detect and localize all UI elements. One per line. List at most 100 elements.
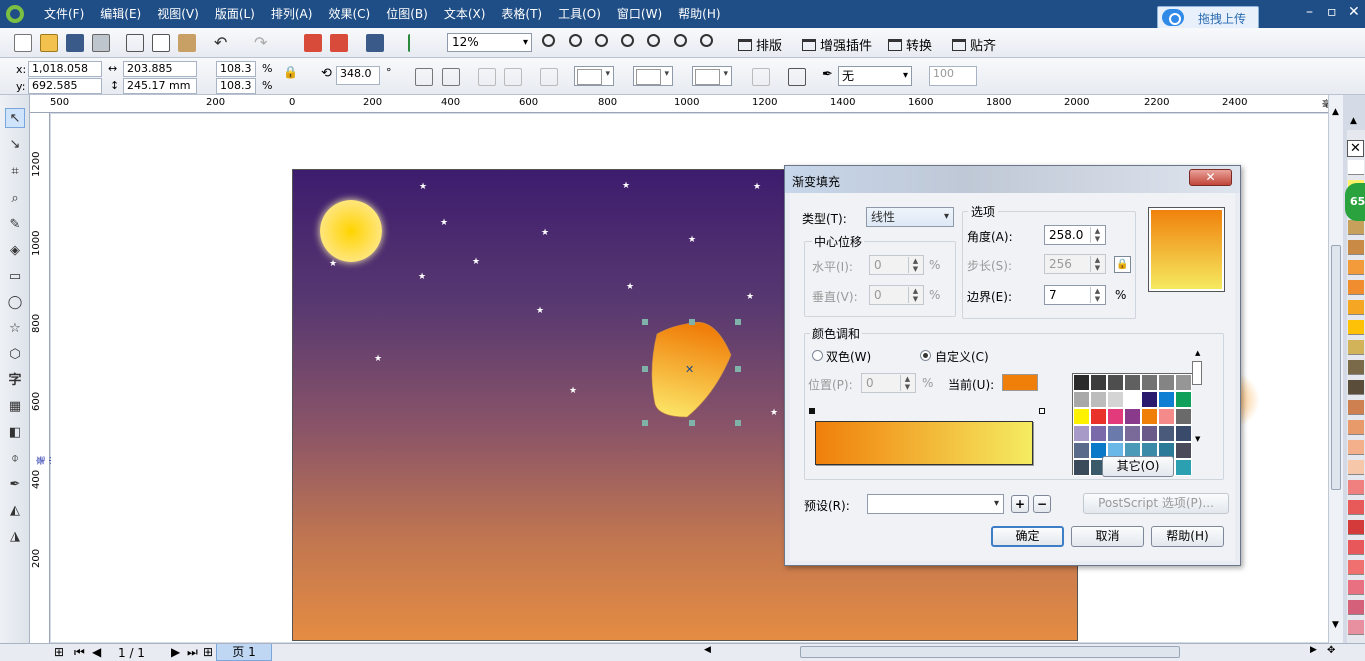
outline-tool-icon[interactable]: ✒ <box>5 475 25 495</box>
freehand-tool-icon[interactable]: ✎ <box>5 215 25 235</box>
options-icon[interactable] <box>408 34 426 52</box>
color-swatch[interactable] <box>1175 391 1192 408</box>
cut-icon[interactable] <box>126 34 144 52</box>
print-icon[interactable] <box>92 34 110 52</box>
menu-edit[interactable]: 编辑(E) <box>92 0 149 28</box>
next-page-icon[interactable]: ▶ <box>171 645 180 659</box>
add-page-icon[interactable]: ⊞ <box>54 645 64 659</box>
color-swatch[interactable] <box>1175 374 1192 391</box>
color-swatch[interactable] <box>1158 408 1175 425</box>
color-swatch[interactable] <box>1124 425 1141 442</box>
palette-swatch[interactable] <box>1348 480 1364 495</box>
edge-pad-field[interactable]: 7 ▲ ▼ <box>1044 285 1106 305</box>
two-color-radio[interactable] <box>812 350 823 361</box>
scale-y-field[interactable]: 108.3 <box>216 78 256 94</box>
rectangle-tool-icon[interactable]: ▭ <box>5 267 25 287</box>
gradient-preview[interactable] <box>1148 207 1225 292</box>
plugin-layout-button[interactable]: 排版 <box>738 35 782 54</box>
swatch-scroll-up-icon[interactable]: ▲ <box>1195 349 1200 357</box>
palette-swatch[interactable] <box>1348 380 1364 395</box>
star-shape[interactable]: ★ <box>440 219 448 228</box>
palette-swatch[interactable] <box>1348 520 1364 535</box>
zoom-level-select[interactable]: 12% <box>447 33 532 52</box>
fill-type-select[interactable]: 线性 <box>866 207 954 227</box>
palette-swatch[interactable] <box>1348 600 1364 615</box>
zoom-width-icon[interactable] <box>674 34 687 47</box>
restore-button[interactable]: ▫ <box>1327 4 1337 20</box>
rotation-field[interactable]: 348.0 <box>336 66 380 85</box>
color-swatch[interactable] <box>1073 391 1090 408</box>
postscript-options-button[interactable]: PostScript 选项(P)... <box>1083 493 1229 514</box>
palette-swatch[interactable] <box>1348 500 1364 515</box>
polygon-tool-icon[interactable]: ☆ <box>5 319 25 339</box>
palette-swatch[interactable] <box>1348 620 1364 635</box>
spin-arrows-icon[interactable]: ▲ ▼ <box>908 287 922 303</box>
opacity-field[interactable]: 100 <box>929 66 977 86</box>
height-field[interactable]: 245.17 mm <box>123 78 197 94</box>
crop-tool-icon[interactable]: ⌗ <box>5 162 25 182</box>
star-shape[interactable]: ★ <box>419 183 427 192</box>
add-page-after-icon[interactable]: ⊞ <box>203 645 213 659</box>
palette-swatch[interactable] <box>1348 540 1364 555</box>
save-icon[interactable] <box>66 34 84 52</box>
steps-lock-icon[interactable]: 🔒 <box>1114 256 1131 273</box>
dimension-tool-icon[interactable]: ◧ <box>5 423 25 443</box>
color-swatch[interactable] <box>1073 425 1090 442</box>
color-swatch[interactable] <box>1141 408 1158 425</box>
color-swatch[interactable] <box>1175 459 1192 476</box>
group-icon[interactable] <box>540 68 558 86</box>
add-preset-button[interactable]: + <box>1011 495 1029 513</box>
text-tool-icon[interactable]: 字 <box>5 371 25 391</box>
color-swatch[interactable] <box>1141 391 1158 408</box>
palette-swatch[interactable] <box>1348 460 1364 475</box>
zoom-tool-icon[interactable]: ⌕ <box>5 189 25 209</box>
color-swatch[interactable] <box>1141 425 1158 442</box>
color-swatch[interactable] <box>1090 374 1107 391</box>
zoom-height-icon[interactable] <box>700 34 713 47</box>
star-shape[interactable]: ★ <box>626 283 634 292</box>
basic-shapes-tool-icon[interactable]: ⬡ <box>5 345 25 365</box>
star-shape[interactable]: ★ <box>622 182 630 191</box>
menu-help[interactable]: 帮助(H) <box>670 0 728 28</box>
first-page-icon[interactable]: ⏮ <box>74 645 85 660</box>
plugin-snap-button[interactable]: 贴齐 <box>952 35 996 54</box>
zoom-out-icon[interactable] <box>569 34 582 47</box>
color-swatch[interactable] <box>1124 391 1141 408</box>
zoom-in-icon[interactable] <box>542 34 555 47</box>
spin-arrows-icon[interactable]: ▲ ▼ <box>900 375 914 391</box>
horizontal-ruler[interactable]: 500 200 0 200 400 600 800 1000 1200 1400… <box>30 95 1342 113</box>
current-color-swatch[interactable] <box>1002 374 1038 391</box>
palette-swatch[interactable] <box>1348 260 1364 275</box>
outline-width-select[interactable]: 无 <box>838 66 912 86</box>
new-document-icon[interactable] <box>14 34 32 52</box>
dialog-close-button[interactable]: ✕ <box>1189 169 1232 186</box>
palette-swatch[interactable] <box>1348 220 1364 235</box>
preset-select[interactable] <box>867 494 1004 514</box>
fill-tool-icon[interactable]: ◭ <box>5 501 25 521</box>
color-swatch[interactable] <box>1158 391 1175 408</box>
page-tab-1[interactable]: 页 1 <box>216 644 272 661</box>
gradient-filled-polygon[interactable]: ✕ <box>641 310 751 430</box>
menu-table[interactable]: 表格(T) <box>493 0 550 28</box>
smart-fill-tool-icon[interactable]: ◈ <box>5 241 25 261</box>
swatch-scroll-thumb[interactable] <box>1192 361 1202 385</box>
palette-swatch[interactable] <box>1348 360 1364 375</box>
vertical-ruler[interactable]: 1200 1000 800 600 400 200 毫米 <box>30 113 60 643</box>
star-shape[interactable]: ★ <box>418 273 426 282</box>
selection-handle[interactable] <box>642 420 648 426</box>
mirror-vertical-icon[interactable] <box>442 68 460 86</box>
palette-swatch[interactable] <box>1348 240 1364 255</box>
y-position-field[interactable]: 692.585 mm <box>28 78 102 106</box>
color-swatch[interactable] <box>1175 442 1192 459</box>
menu-file[interactable]: 文件(F) <box>36 0 92 28</box>
distribute-icon[interactable] <box>504 68 522 86</box>
selection-handle[interactable] <box>735 366 741 372</box>
color-swatch[interactable] <box>1124 374 1141 391</box>
undo-icon[interactable]: ↶ <box>214 34 232 52</box>
color-swatch[interactable] <box>1090 425 1107 442</box>
selection-handle[interactable] <box>642 366 648 372</box>
menu-arrange[interactable]: 排列(A) <box>263 0 321 28</box>
palette-swatch[interactable] <box>1348 440 1364 455</box>
gradient-bar[interactable] <box>815 421 1033 465</box>
table-tool-icon[interactable]: ▦ <box>5 397 25 417</box>
